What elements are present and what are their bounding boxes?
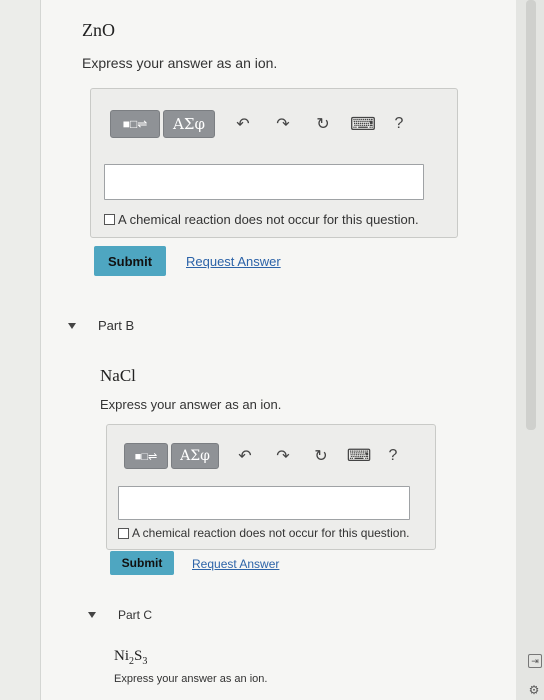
request-answer-link[interactable]: Request Answer [192, 557, 279, 571]
no-reaction-label: A chemical reaction does not occur for t… [118, 212, 419, 227]
part-c-header[interactable]: Part C [88, 608, 152, 622]
math-toolbar: ■□⇌ ΑΣφ ↶ ↷ ↻ ⌨ ? [124, 442, 407, 470]
redo-icon[interactable]: ↷ [269, 110, 297, 138]
answer-prompt: Express your answer as an ion. [82, 55, 278, 71]
reset-icon[interactable]: ↻ [309, 110, 337, 138]
no-reaction-row[interactable]: A chemical reaction does not occur for t… [104, 212, 419, 227]
answer-input[interactable] [104, 164, 424, 200]
math-toolbar: ■□⇌ ΑΣφ ↶ ↷ ↻ ⌨ ? [110, 110, 413, 138]
reset-icon[interactable]: ↻ [307, 442, 335, 470]
formula-nacl: NaCl [100, 366, 136, 385]
exit-icon[interactable]: ⇥ [528, 654, 542, 668]
answer-prompt: Express your answer as an ion. [114, 673, 268, 685]
redo-icon[interactable]: ↷ [269, 442, 297, 470]
keyboard-icon[interactable]: ⌨ [345, 442, 373, 470]
collapse-caret-icon[interactable] [68, 322, 76, 329]
help-icon[interactable]: ? [385, 110, 413, 138]
greek-symbols-button[interactable]: ΑΣφ [171, 443, 219, 469]
request-answer-link[interactable]: Request Answer [186, 254, 281, 269]
undo-icon[interactable]: ↶ [229, 110, 257, 138]
answer-prompt: Express your answer as an ion. [100, 397, 282, 412]
no-reaction-row[interactable]: A chemical reaction does not occur for t… [118, 526, 409, 540]
formula-zno: ZnO [82, 20, 115, 40]
greek-symbols-button[interactable]: ΑΣφ [163, 110, 215, 138]
part-b-header[interactable]: Part B [68, 318, 134, 333]
formula-sub-3: 3 [142, 656, 148, 667]
collapse-caret-icon[interactable] [88, 612, 96, 618]
undo-icon[interactable]: ↶ [231, 442, 259, 470]
left-margin [0, 0, 40, 700]
part-b-label: Part B [98, 318, 135, 333]
formula-ni: Ni [114, 648, 129, 664]
templates-button[interactable]: ■□⇌ [124, 443, 168, 469]
no-reaction-checkbox[interactable] [118, 527, 129, 539]
help-icon[interactable]: ? [379, 442, 407, 470]
settings-icon[interactable]: ⚙ [528, 683, 540, 697]
no-reaction-label: A chemical reaction does not occur for t… [132, 526, 410, 540]
templates-button[interactable]: ■□⇌ [110, 110, 160, 138]
no-reaction-checkbox[interactable] [104, 214, 115, 225]
scrollbar-thumb[interactable] [526, 0, 536, 430]
keyboard-icon[interactable]: ⌨ [349, 110, 377, 138]
part-c-label: Part C [118, 608, 153, 622]
formula-ni2s3: Ni2S3 [114, 648, 147, 667]
submit-button[interactable]: Submit [110, 551, 174, 575]
answer-input[interactable] [118, 486, 410, 520]
submit-button[interactable]: Submit [94, 246, 166, 276]
